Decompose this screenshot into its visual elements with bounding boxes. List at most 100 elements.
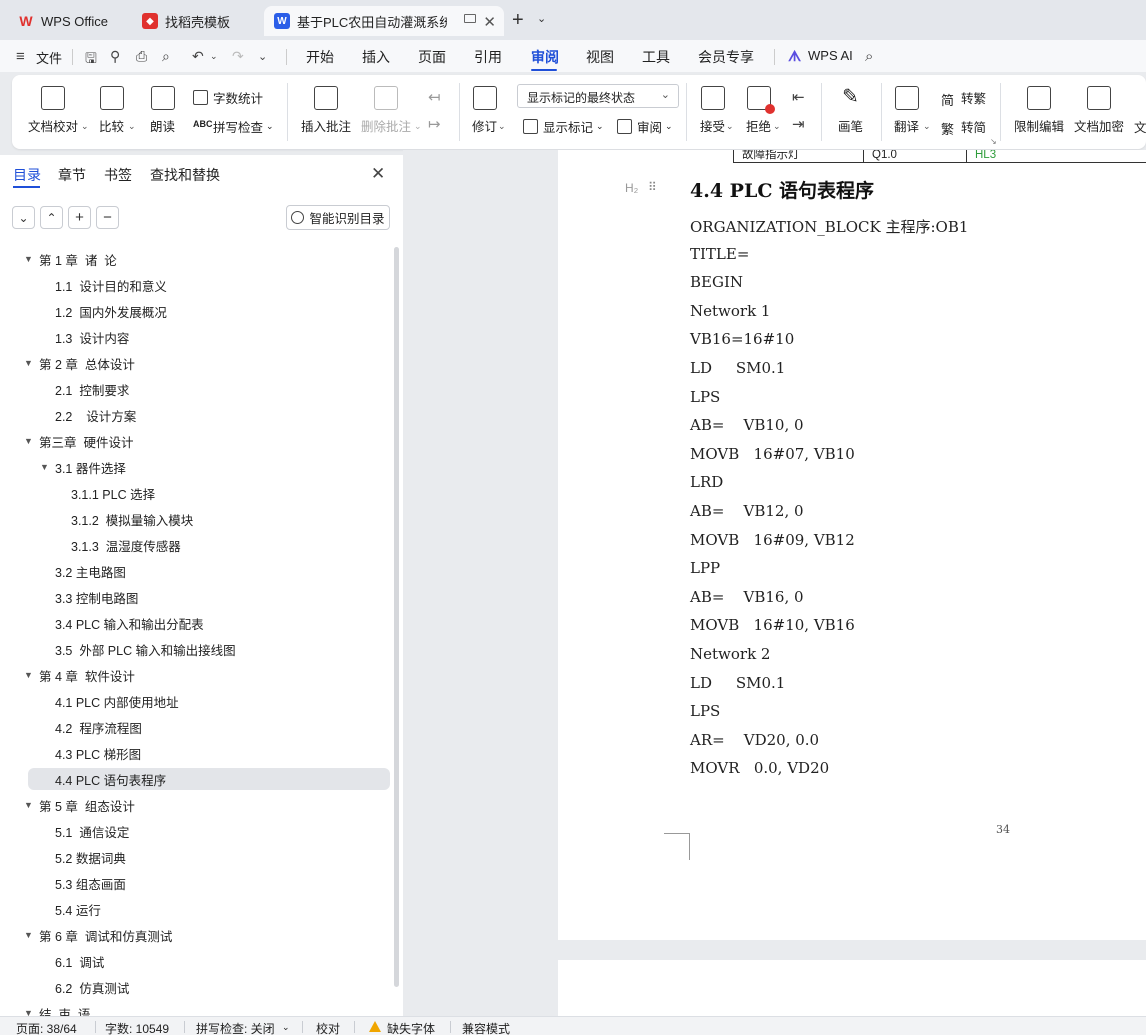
expand-triangle-icon[interactable]: ▼ <box>24 254 33 264</box>
collapse-up-button[interactable]: ⌃ <box>40 206 63 229</box>
toc-scrollbar[interactable] <box>394 247 399 987</box>
expand-triangle-icon[interactable]: ▼ <box>24 1008 33 1016</box>
remove-level-button[interactable]: − <box>96 206 119 229</box>
next-revision-icon[interactable]: ⇥ <box>792 115 805 133</box>
expand-triangle-icon[interactable]: ▼ <box>24 800 33 810</box>
toc-item[interactable]: 4.3 PLC 梯形图 <box>0 742 390 764</box>
insert-comment-button[interactable]: 插入批注 <box>301 86 351 135</box>
print-preview-icon[interactable]: ⌕ <box>162 48 178 64</box>
add-level-button[interactable]: + <box>68 206 91 229</box>
show-markup-button[interactable]: 显示标记 ⌄ <box>523 117 604 136</box>
menu-wps-ai[interactable]: WPS AI <box>808 48 853 63</box>
to-traditional-button[interactable]: 简 转繁 <box>941 88 986 108</box>
chevron-down-icon[interactable]: ⌄ <box>537 12 546 25</box>
tab-current-document[interactable]: W 基于PLC农田自动灌溉系统仿真 ✕ <box>264 6 504 36</box>
word-count-indicator[interactable]: 字数: 10549 <box>105 1020 169 1035</box>
toc-item[interactable]: 3.1.1 PLC 选择 <box>0 482 390 504</box>
toc-item[interactable]: ▼ 第 5 章 组态设计 <box>0 794 390 816</box>
toc-item[interactable]: 1.1 设计目的和意义 <box>0 274 390 296</box>
chevron-down-icon[interactable]: ⌄ <box>923 121 931 132</box>
menu-insert[interactable]: 插入 <box>362 47 390 67</box>
toc-item[interactable]: 3.2 主电路图 <box>0 560 390 582</box>
menu-home[interactable]: 开始 <box>306 47 334 67</box>
dialog-launcher-icon[interactable]: ↘ <box>990 137 997 146</box>
toc-item[interactable]: 5.4 运行 <box>0 898 390 920</box>
menu-page[interactable]: 页面 <box>418 47 446 67</box>
expand-triangle-icon[interactable]: ▼ <box>24 358 33 368</box>
undo-icon[interactable]: ↶ <box>192 48 208 64</box>
toc-item[interactable]: ▼ 第 2 章 总体设计 <box>0 352 390 374</box>
undo-menu-chevron-icon[interactable]: ⌄ <box>210 51 226 67</box>
chevron-down-icon[interactable]: ⌄ <box>726 121 734 132</box>
toc-item[interactable]: 3.1.2 模拟量输入模块 <box>0 508 390 530</box>
hamburger-icon[interactable]: ≡ <box>16 48 32 65</box>
redo-icon[interactable]: ↷ <box>232 48 248 64</box>
close-panel-icon[interactable]: ✕ <box>371 164 385 184</box>
search-icon[interactable]: ⌕ <box>865 48 881 65</box>
menu-tools[interactable]: 工具 <box>642 47 670 67</box>
toc-item[interactable]: 1.2 国内外发展概况 <box>0 300 390 322</box>
menu-references[interactable]: 引用 <box>474 47 502 67</box>
chevron-down-icon[interactable]: ⌄ <box>773 121 781 132</box>
restrict-edit-button[interactable]: 限制编辑 <box>1014 86 1064 135</box>
chevron-down-icon[interactable]: ⌄ <box>81 121 89 132</box>
doc-proofread-button[interactable]: 文档校对 <box>28 86 78 135</box>
toc-item[interactable]: 4.4 PLC 语句表程序 <box>28 768 390 790</box>
toc-item[interactable]: 3.1.3 温湿度传感器 <box>0 534 390 556</box>
expand-triangle-icon[interactable]: ▼ <box>24 670 33 680</box>
toc-item[interactable]: 5.2 数据词典 <box>0 846 390 868</box>
tab-wps-office[interactable]: W WPS Office <box>8 6 124 36</box>
review-pane-button[interactable]: 审阅 ⌄ <box>617 117 673 136</box>
compare-button[interactable]: 比较 <box>99 86 124 135</box>
pen-button[interactable]: ✎ 画笔 <box>838 86 863 135</box>
toc-item[interactable]: ▼ 结 束 语 <box>0 1002 390 1017</box>
revision-button[interactable]: 修订 <box>472 86 497 135</box>
toc-item[interactable]: 3.4 PLC 输入和输出分配表 <box>0 612 390 634</box>
read-aloud-button[interactable]: 朗读 <box>150 86 175 135</box>
close-tab-icon[interactable]: ✕ <box>483 13 496 31</box>
toc-item[interactable]: 1.3 设计内容 <box>0 326 390 348</box>
chevron-down-icon[interactable]: ⌄ <box>498 121 506 132</box>
proofread-status[interactable]: 校对 <box>316 1020 340 1035</box>
share-icon[interactable]: ⚲ <box>110 48 126 64</box>
tab-docer-templates[interactable]: ◆ 找稻壳模板 <box>132 6 258 36</box>
toc-item[interactable]: 4.2 程序流程图 <box>0 716 390 738</box>
monitor-icon[interactable] <box>464 14 476 23</box>
reject-button[interactable]: 拒绝 <box>746 86 775 135</box>
toc-item[interactable]: 5.3 组态画面 <box>0 872 390 894</box>
more-chevron-icon[interactable]: ⌄ <box>258 50 274 66</box>
page-indicator[interactable]: 页面: 38/64 <box>16 1020 77 1035</box>
doc-encrypt-button[interactable]: 文档加密 <box>1074 86 1124 135</box>
smart-toc-button[interactable]: 智能识别目录 <box>286 205 390 230</box>
nav-tab-find-replace[interactable]: 查找和替换 <box>150 165 220 185</box>
toc-item[interactable]: ▼ 第 6 章 调试和仿真测试 <box>0 924 390 946</box>
drag-handle-icon[interactable]: ⠿ <box>648 180 657 194</box>
missing-font-status[interactable]: 缺失字体 <box>387 1020 435 1035</box>
chevron-down-icon[interactable]: ⌄ <box>128 121 136 132</box>
previous-comment-icon[interactable]: ↤ <box>428 88 441 106</box>
menu-review[interactable]: 审阅 <box>531 47 559 67</box>
toc-item[interactable]: 4.1 PLC 内部使用地址 <box>0 690 390 712</box>
next-comment-icon[interactable]: ↦ <box>428 115 441 133</box>
toc-item[interactable]: 6.1 调试 <box>0 950 390 972</box>
menu-member[interactable]: 会员专享 <box>698 47 754 67</box>
toc-item[interactable]: ▼ 3.1 器件选择 <box>0 456 390 478</box>
toc-item[interactable]: 2.1 控制要求 <box>0 378 390 400</box>
toc-item[interactable]: 5.1 通信设定 <box>0 820 390 842</box>
spell-check-status[interactable]: 拼写检查: 关闭 <box>196 1020 275 1035</box>
markup-state-select[interactable]: 显示标记的最终状态 ⌄ <box>517 84 679 108</box>
toc-item[interactable]: ▼ 第三章 硬件设计 <box>0 430 390 452</box>
toc-item[interactable]: ▼ 第 4 章 软件设计 <box>0 664 390 686</box>
previous-revision-icon[interactable]: ⇤ <box>792 88 805 106</box>
nav-tab-sections[interactable]: 章节 <box>58 165 86 185</box>
nav-tab-bookmarks[interactable]: 书签 <box>104 165 132 185</box>
accept-button[interactable]: 接受 <box>700 86 725 135</box>
expand-down-button[interactable]: ⌄ <box>12 206 35 229</box>
expand-triangle-icon[interactable]: ▼ <box>24 436 33 446</box>
translate-button[interactable]: 翻译 <box>894 86 919 135</box>
toc-item[interactable]: ▼ 第 1 章 诸 论 <box>0 248 390 270</box>
more-ribbon-label[interactable]: 文 <box>1134 117 1146 136</box>
expand-triangle-icon[interactable]: ▼ <box>40 462 49 472</box>
menu-view[interactable]: 视图 <box>586 47 614 67</box>
toc-item[interactable]: 6.2 仿真测试 <box>0 976 390 998</box>
